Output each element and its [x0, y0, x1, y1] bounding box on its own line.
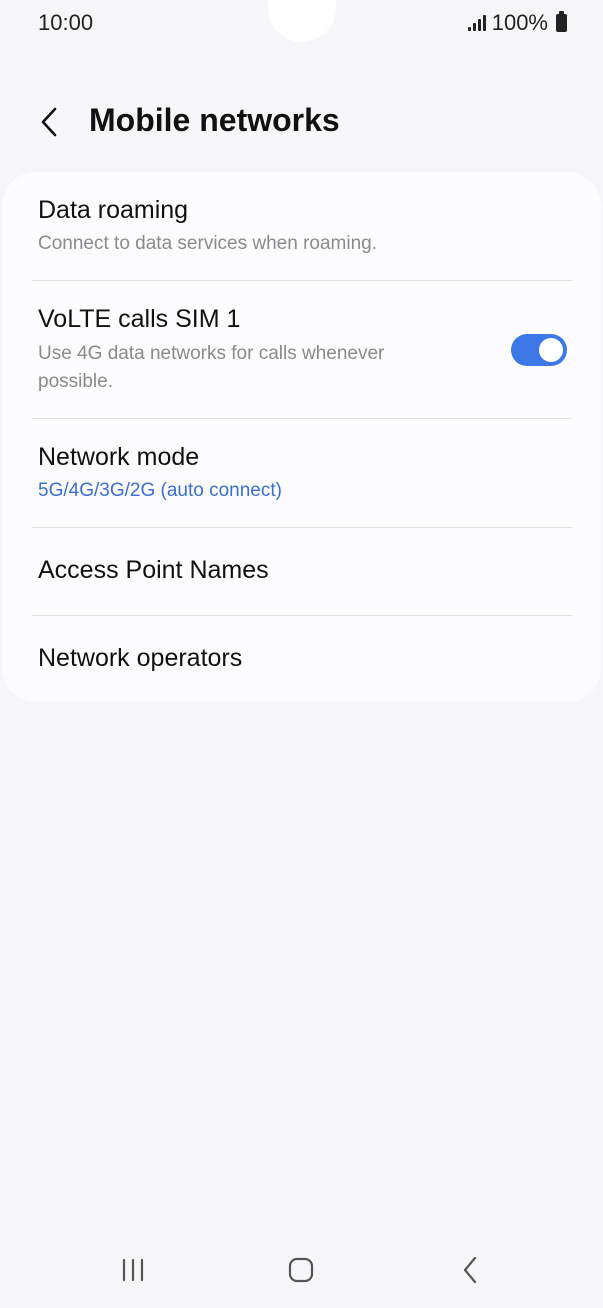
screen: 10:00 100% Mobile networks Data roaming …	[0, 0, 603, 1308]
back-button[interactable]	[28, 100, 72, 144]
volte-subtitle-line2: possible.	[38, 371, 113, 392]
camera-notch	[268, 0, 336, 42]
status-time: 10:00	[38, 10, 94, 35]
page-title: Mobile networks	[89, 102, 340, 138]
access-point-names-title: Access Point Names	[38, 556, 269, 584]
data-roaming-subtitle: Connect to data services when roaming.	[38, 233, 378, 254]
status-bar: 10:00 100%	[0, 0, 603, 52]
navigation-bar	[0, 1240, 603, 1300]
volte-subtitle-line1: Use 4G data networks for calls whenever	[38, 343, 385, 364]
network-mode-value: 5G/4G/3G/2G (auto connect)	[38, 480, 282, 501]
volte-toggle[interactable]	[511, 334, 567, 366]
nav-back-icon	[463, 1256, 477, 1284]
nav-back-button[interactable]	[451, 1252, 491, 1288]
status-icons: 100%	[467, 10, 567, 36]
network-mode-row[interactable]: Network mode 5G/4G/3G/2G (auto connect)	[2, 419, 601, 527]
signal-icon	[467, 15, 486, 31]
home-icon	[288, 1257, 314, 1283]
recent-apps-icon	[122, 1258, 144, 1282]
data-roaming-row[interactable]: Data roaming Connect to data services wh…	[2, 172, 601, 280]
network-operators-title: Network operators	[38, 644, 243, 672]
network-mode-title: Network mode	[38, 443, 200, 471]
settings-card: Data roaming Connect to data services wh…	[2, 172, 601, 702]
network-operators-row[interactable]: Network operators	[2, 616, 601, 702]
data-roaming-title: Data roaming	[38, 196, 189, 224]
toggle-knob	[539, 338, 563, 362]
access-point-names-row[interactable]: Access Point Names	[2, 528, 601, 616]
chevron-left-icon	[41, 107, 57, 137]
recent-apps-button[interactable]	[113, 1252, 153, 1288]
home-button[interactable]	[281, 1252, 321, 1288]
volte-title: VoLTE calls SIM 1	[38, 305, 241, 333]
header: Mobile networks	[0, 88, 603, 156]
battery-icon	[556, 11, 567, 32]
battery-percent: 100%	[491, 10, 548, 35]
